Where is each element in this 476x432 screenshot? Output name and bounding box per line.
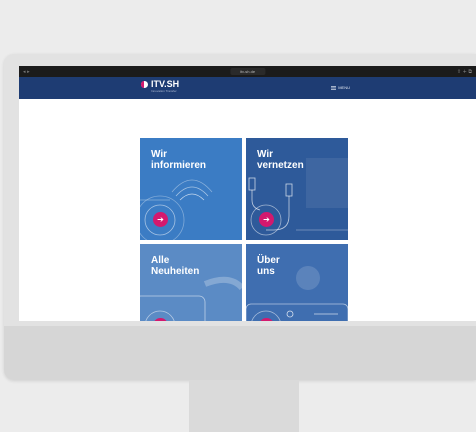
screen: ◂ ▸ itv-sh.de ⇪ + ⧉ ITV.SH Innovation Tr… [19, 66, 476, 321]
tile-title: Wir vernetzen [257, 149, 304, 171]
logo-subtitle: Innovation Transfer [151, 89, 177, 93]
tile-wir-vernetzen[interactable]: Wir vernetzen ➔ [246, 138, 348, 240]
logo-text: ITV.SH [151, 79, 180, 89]
monitor-chin [4, 326, 476, 380]
menu-label: MENU [338, 85, 350, 90]
browser-toolbar: ◂ ▸ itv-sh.de ⇪ + ⧉ [19, 66, 476, 77]
browser-actions[interactable]: ⇪ + ⧉ [457, 69, 472, 75]
arrow-right-icon[interactable]: ➔ [259, 212, 274, 227]
menu-button[interactable]: MENU [331, 85, 350, 90]
monitor-stand [189, 380, 299, 432]
tile-alle-neuheiten[interactable]: Alle Neuheiten ➔ [140, 244, 242, 321]
tile-title: Über uns [257, 255, 280, 277]
site-header: ITV.SH Innovation Transfer MENU [19, 77, 476, 99]
browser-nav-buttons[interactable]: ◂ ▸ [23, 69, 30, 75]
hamburger-icon [331, 85, 337, 90]
arrow-right-icon[interactable]: ➔ [153, 212, 168, 227]
tile-title: Wir informieren [151, 149, 207, 171]
site-logo[interactable]: ITV.SH Innovation Transfer [141, 80, 179, 93]
tile-wir-informieren[interactable]: Wir informieren ➔ [140, 138, 242, 240]
tile-title: Alle Neuheiten [151, 255, 200, 277]
logo-mark-icon [141, 81, 148, 88]
page-content: Wir informieren ➔ Wir vernetzen ➔ Alle N… [19, 99, 476, 321]
tile-ueber-uns[interactable]: Über uns ➔ [246, 244, 348, 321]
address-bar[interactable]: itv-sh.de [229, 68, 266, 75]
monitor: ◂ ▸ itv-sh.de ⇪ + ⧉ ITV.SH Innovation Tr… [4, 54, 476, 380]
